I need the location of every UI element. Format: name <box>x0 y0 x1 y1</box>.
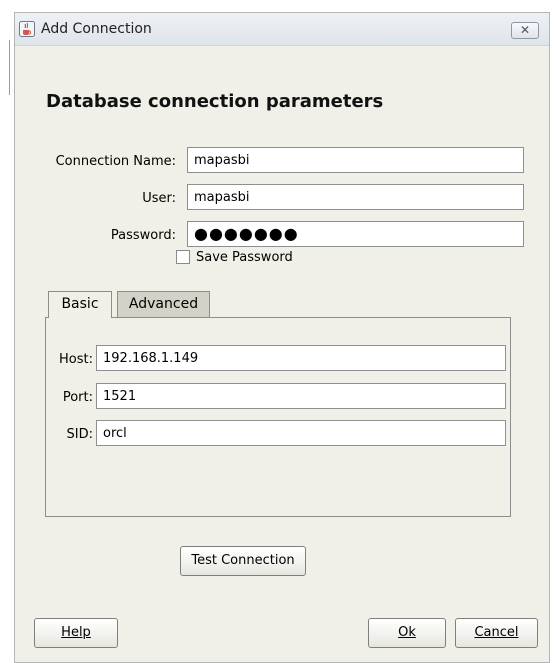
test-connection-button[interactable]: Test Connection <box>180 546 306 576</box>
java-cup-icon <box>19 21 35 37</box>
password-mask: ●●●●●●● <box>194 224 299 243</box>
close-button[interactable]: ✕ <box>511 22 539 39</box>
host-label: Host: <box>59 352 93 367</box>
connection-name-label: Connection Name: <box>55 154 176 169</box>
cancel-button[interactable]: Cancel <box>455 618 538 648</box>
tab-basic[interactable]: Basic <box>48 291 112 318</box>
background-window-edge <box>0 0 12 663</box>
section-heading: Database connection parameters <box>46 91 384 112</box>
sid-label: SID: <box>66 427 93 442</box>
ok-button[interactable]: Ok <box>368 618 446 648</box>
tab-basic-label: Basic <box>61 296 99 312</box>
save-password-label[interactable]: Save Password <box>196 250 293 265</box>
window-title: Add Connection <box>41 21 152 37</box>
port-label: Port: <box>62 390 93 405</box>
user-label: User: <box>142 191 176 206</box>
ok-button-label: Ok <box>398 625 416 640</box>
host-input[interactable] <box>96 345 506 371</box>
user-input[interactable] <box>187 184 524 210</box>
sid-input[interactable] <box>96 420 506 446</box>
password-input[interactable]: ●●●●●●● <box>187 221 524 247</box>
connection-name-input[interactable] <box>187 147 524 173</box>
edge-divider <box>9 40 10 95</box>
password-label: Password: <box>110 228 176 243</box>
title-bar[interactable]: Add Connection ✕ <box>15 13 549 46</box>
help-button-label: Help <box>61 625 91 640</box>
basic-tab-panel: Host: Port: SID: <box>45 317 511 517</box>
cancel-button-label: Cancel <box>474 625 519 640</box>
tab-advanced-label: Advanced <box>128 296 199 312</box>
close-icon: ✕ <box>519 23 531 37</box>
port-input[interactable] <box>96 383 506 409</box>
help-button[interactable]: Help <box>34 618 118 648</box>
save-password-checkbox[interactable] <box>176 250 190 264</box>
tab-advanced[interactable]: Advanced <box>117 291 210 317</box>
